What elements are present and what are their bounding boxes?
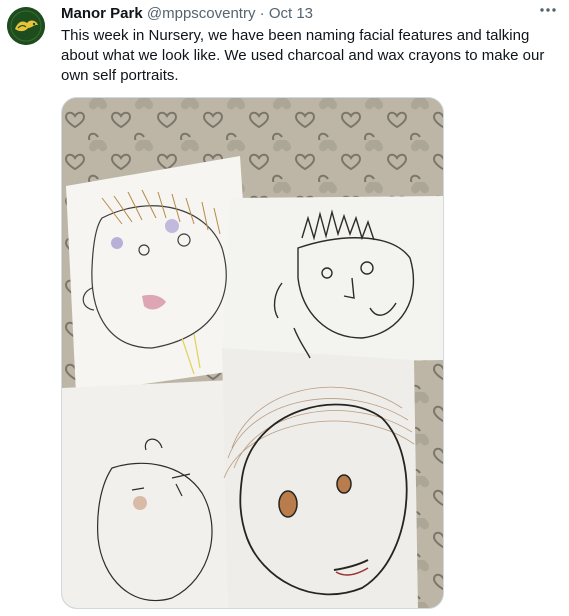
more-options-button[interactable] <box>535 2 561 22</box>
more-horizontal-icon <box>540 8 556 12</box>
tweet-header: Manor Park @mppscoventry · Oct 13 <box>61 4 313 24</box>
author-handle[interactable]: @mppscoventry <box>147 5 256 22</box>
author-avatar[interactable] <box>7 7 45 45</box>
author-name[interactable]: Manor Park <box>61 5 143 22</box>
school-logo-icon <box>7 7 45 45</box>
tweet-date[interactable]: Oct 13 <box>269 5 313 22</box>
tweet-photo[interactable] <box>61 97 444 609</box>
tweet-text: This week in Nursery, we have been namin… <box>61 27 545 84</box>
header-separator: · <box>259 5 265 22</box>
self-portraits-photo <box>62 98 443 608</box>
